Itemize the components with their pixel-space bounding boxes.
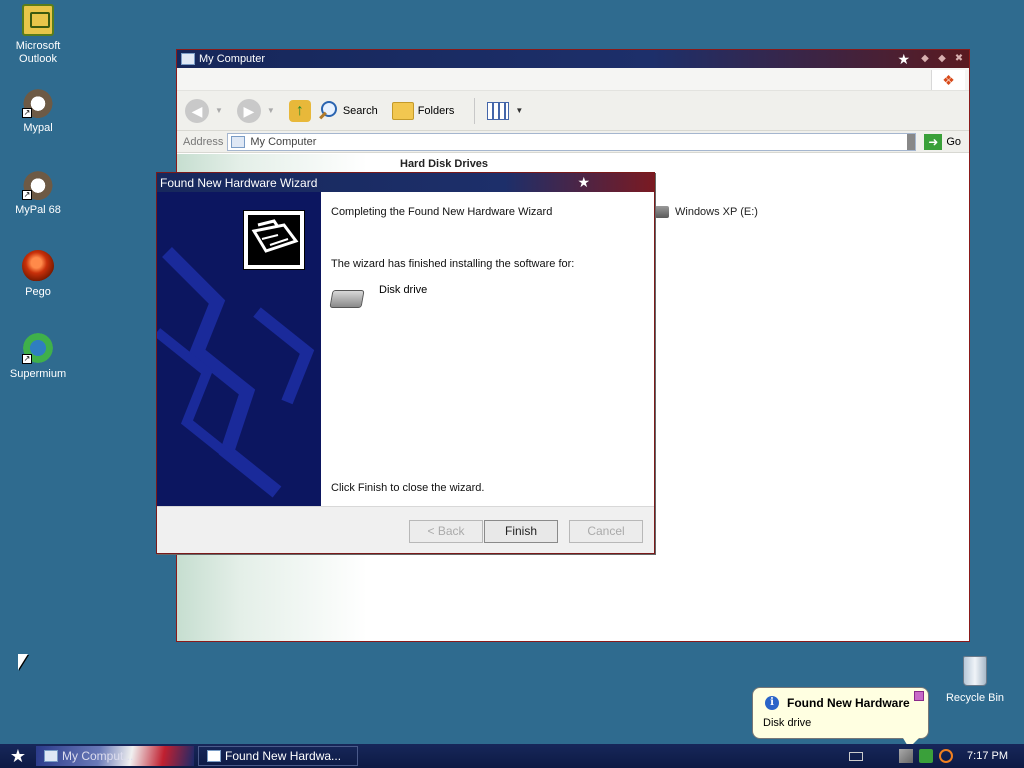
wizard-titlebar[interactable]: Found New Hardware Wizard ★ <box>157 173 654 192</box>
wizard-title: Found New Hardware Wizard <box>160 175 318 190</box>
back-button[interactable]: ◀ <box>185 98 209 123</box>
back-dropdown-icon[interactable]: ▼ <box>215 106 223 115</box>
computer-icon <box>44 750 58 762</box>
window-title: My Computer <box>199 53 266 65</box>
star-icon: ★ <box>577 174 590 190</box>
supermium-icon: ↗ <box>22 332 54 364</box>
go-button[interactable]: ➜ Go <box>920 133 969 150</box>
desktop-icon-outlook[interactable]: Microsoft Outlook <box>0 4 76 66</box>
desktop-icon-mypal68[interactable]: ↗ MyPal 68 <box>0 168 76 217</box>
info-icon: i <box>765 696 779 710</box>
found-new-hardware-wizard: Found New Hardware Wizard ★ Completing t… <box>156 172 655 554</box>
wizard-body: Completing the Found New Hardware Wizard… <box>329 192 651 506</box>
desktop-icon-label: MyPal 68 <box>15 204 61 216</box>
go-arrow-icon: ➜ <box>924 133 943 150</box>
desktop-icon-label: Microsoft Outlook <box>15 40 61 65</box>
desktop-icon-pego[interactable]: Pego <box>0 250 76 299</box>
recycle-bin-icon <box>963 656 987 686</box>
computer-icon <box>181 53 195 65</box>
desktop-icon-label: Supermium <box>9 368 67 380</box>
address-dropdown-button[interactable] <box>907 133 916 150</box>
forward-button[interactable]: ▶ <box>236 98 261 123</box>
shortcut-arrow-icon: ↗ <box>22 108 32 118</box>
taskbar-item-wizard[interactable]: Found New Hardwa... <box>198 746 358 766</box>
desktop-icon-label: Pego <box>25 286 51 298</box>
my-computer-titlebar[interactable]: My Computer ★ ◆ ◆ ✖ <box>177 50 969 68</box>
toolbar-separator <box>474 97 476 124</box>
folders-button[interactable]: Folders <box>391 101 455 120</box>
views-button[interactable] <box>487 101 510 120</box>
disk-drive-icon <box>329 290 365 308</box>
taskbar-item-my-computer[interactable]: My Comput... <box>36 746 194 766</box>
maximize-button[interactable]: ◆ <box>935 52 949 66</box>
desktop-icon-label: Mypal <box>23 122 53 134</box>
desktop-icon-mypal[interactable]: ↗ Mypal <box>0 86 76 135</box>
minimize-button[interactable]: ◆ <box>918 52 932 66</box>
drive-item[interactable]: Windows XP (E:) <box>655 206 758 218</box>
views-dropdown-icon[interactable]: ▼ <box>515 106 523 115</box>
network-icon[interactable] <box>919 749 934 763</box>
folder-icon <box>391 101 414 120</box>
cancel-button[interactable]: Cancel <box>569 520 643 543</box>
hard-drive-icon <box>655 206 669 218</box>
balloon-title: Found New Hardware <box>787 696 910 710</box>
address-value: My Computer <box>250 135 317 148</box>
drive-label: Windows XP (E:) <box>675 206 758 218</box>
device-label: Disk drive <box>379 284 428 296</box>
taskbar-item-label: My Comput... <box>62 749 134 763</box>
finish-button[interactable]: Finish <box>484 520 558 543</box>
shortcut-arrow-icon: ↗ <box>22 354 32 364</box>
system-tray: 7:17 PM <box>849 744 1024 768</box>
search-button[interactable]: Search <box>317 100 378 122</box>
installed-device: Disk drive <box>329 284 428 308</box>
search-icon <box>317 100 339 122</box>
folders-label: Folders <box>417 104 455 117</box>
outlook-icon <box>22 4 54 36</box>
clock[interactable]: 7:17 PM <box>967 750 1008 762</box>
up-folder-button[interactable]: ↑ <box>288 99 311 122</box>
notification-balloon[interactable]: i Found New Hardware Disk drive <box>752 687 929 748</box>
recycle-bin-label: Recycle Bin <box>945 692 1005 704</box>
wizard-close-text: Click Finish to close the wizard. <box>331 482 485 494</box>
go-label: Go <box>946 135 961 148</box>
address-input[interactable]: My Computer <box>227 132 917 151</box>
address-label: Address <box>183 135 224 148</box>
hardware-wizard-icon <box>243 210 305 270</box>
back-button[interactable]: < Back <box>409 520 483 543</box>
safely-remove-hardware-icon[interactable] <box>899 749 914 763</box>
windows-flag-icon: ❖ <box>931 70 965 90</box>
toolbar: ◀ ▼ ▶ ▼ ↑ Search Folders ▼ <box>177 91 969 131</box>
wizard-side-banner <box>157 192 321 506</box>
pego-icon <box>22 250 54 282</box>
window-icon <box>207 750 221 762</box>
shortcut-arrow-icon: ↗ <box>22 190 32 200</box>
menu-bar: ❖ <box>177 68 969 91</box>
balloon-close-button[interactable] <box>914 691 924 701</box>
close-button[interactable]: ✖ <box>952 52 966 66</box>
wizard-finished-text: The wizard has finished installing the s… <box>331 258 575 270</box>
mouse-cursor-icon <box>18 654 28 670</box>
forward-dropdown-icon[interactable]: ▼ <box>267 106 275 115</box>
recycle-bin[interactable]: Recycle Bin <box>940 656 1010 704</box>
mypal-icon: ↗ <box>22 86 54 118</box>
search-label: Search <box>342 104 378 117</box>
start-button[interactable]: ★ <box>0 744 36 768</box>
address-bar: Address My Computer ➜ Go <box>177 131 969 153</box>
star-icon: ★ <box>897 50 910 67</box>
search-icon[interactable] <box>939 749 954 763</box>
desktop-icon-supermium[interactable]: ↗ Supermium <box>0 332 76 381</box>
taskbar-item-label: Found New Hardwa... <box>225 749 342 763</box>
taskbar: ★ My Comput... Found New Hardwa... 7:17 … <box>0 744 1024 768</box>
section-heading: Hard Disk Drives <box>400 158 489 170</box>
wizard-button-bar: < Back Finish Cancel <box>157 506 654 553</box>
wizard-heading: Completing the Found New Hardware Wizard <box>331 206 553 218</box>
balloon-text: Disk drive <box>763 717 812 729</box>
computer-icon <box>231 135 246 148</box>
keyboard-icon[interactable] <box>849 751 864 761</box>
mypal68-icon: ↗ <box>22 168 54 200</box>
